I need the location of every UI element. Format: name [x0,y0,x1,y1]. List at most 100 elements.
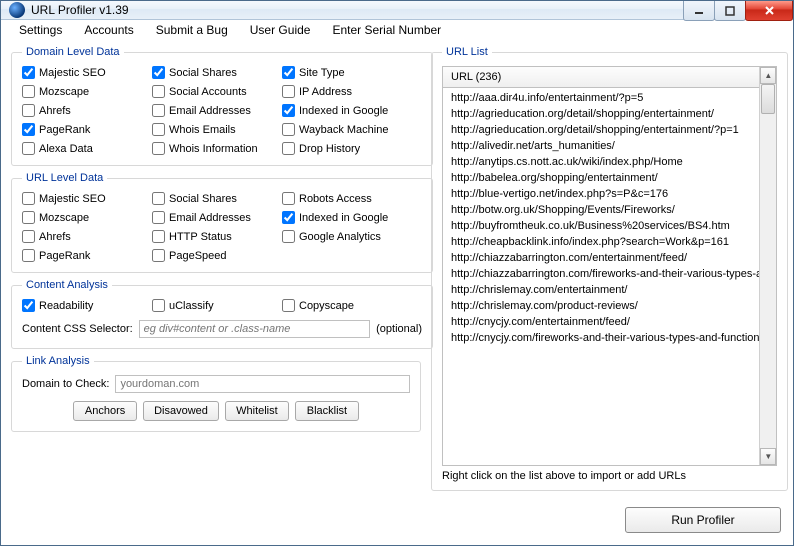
url-list-item[interactable]: http://cnycjy.com/entertainment/feed/ [443,314,776,330]
close-button[interactable] [745,1,793,21]
menu-settings[interactable]: Settings [9,20,72,40]
scroll-up-button[interactable]: ▲ [760,67,776,84]
domain-alexa-data[interactable]: Alexa Data [22,142,152,155]
domain-whois-information[interactable]: Whois Information [152,142,282,155]
content-uclassify[interactable]: uClassify [152,299,282,312]
url-list-item[interactable]: http://aaa.dir4u.info/entertainment/?p=5 [443,90,776,106]
domain-email-addresses-checkbox[interactable] [152,104,165,117]
url-social-shares-checkbox[interactable] [152,192,165,205]
url-pagerank-checkbox[interactable] [22,249,35,262]
content-copyscape[interactable]: Copyscape [282,299,422,312]
domain-check-input[interactable] [115,375,410,393]
content-readability-checkbox[interactable] [22,299,35,312]
url-list-item[interactable]: http://blue-vertigo.net/index.php?s=P&c=… [443,186,776,202]
url-list-item[interactable]: http://botw.org.uk/Shopping/Events/Firew… [443,202,776,218]
domain-social-shares-checkbox[interactable] [152,66,165,79]
run-profiler-button[interactable]: Run Profiler [625,507,781,533]
domain-whois-emails-label: Whois Emails [169,124,236,136]
whitelist-button[interactable]: Whitelist [225,401,289,421]
content-copyscape-checkbox[interactable] [282,299,295,312]
scroll-thumb[interactable] [761,84,775,114]
domain-site-type-checkbox[interactable] [282,66,295,79]
domain-majestic-seo[interactable]: Majestic SEO [22,66,152,79]
domain-ahrefs-checkbox[interactable] [22,104,35,117]
url-robots-access[interactable]: Robots Access [282,192,422,205]
domain-whois-emails-checkbox[interactable] [152,123,165,136]
url-list-item[interactable]: http://anytips.cs.nott.ac.uk/wiki/index.… [443,154,776,170]
url-list-item[interactable]: http://agrieducation.org/detail/shopping… [443,106,776,122]
content-uclassify-checkbox[interactable] [152,299,165,312]
scroll-down-button[interactable]: ▼ [760,448,776,465]
url-google-analytics-checkbox[interactable] [282,230,295,243]
css-selector-input[interactable] [139,320,370,338]
minimize-button[interactable] [683,1,715,21]
domain-whois-emails[interactable]: Whois Emails [152,123,282,136]
domain-drop-history-checkbox[interactable] [282,142,295,155]
url-list-item[interactable]: http://agrieducation.org/detail/shopping… [443,122,776,138]
domain-wayback-machine-checkbox[interactable] [282,123,295,136]
domain-whois-information-checkbox[interactable] [152,142,165,155]
domain-majestic-seo-checkbox[interactable] [22,66,35,79]
domain-alexa-data-checkbox[interactable] [22,142,35,155]
domain-social-shares[interactable]: Social Shares [152,66,282,79]
domain-drop-history[interactable]: Drop History [282,142,422,155]
domain-social-accounts[interactable]: Social Accounts [152,85,282,98]
disavowed-button[interactable]: Disavowed [143,401,219,421]
url-list-box[interactable]: URL (236) http://aaa.dir4u.info/entertai… [442,66,777,466]
url-list-item[interactable]: http://chiazzabarrington.com/fireworks-a… [443,266,776,282]
url-majestic-seo-checkbox[interactable] [22,192,35,205]
url-mozscape-checkbox[interactable] [22,211,35,224]
url-list-item[interactable]: http://cheapbacklink.info/index.php?sear… [443,234,776,250]
url-mozscape[interactable]: Mozscape [22,211,152,224]
url-pagerank[interactable]: PageRank [22,249,152,262]
blacklist-button[interactable]: Blacklist [295,401,359,421]
vertical-scrollbar[interactable]: ▲ ▼ [759,67,776,465]
url-list-hint: Right click on the list above to import … [442,470,777,482]
domain-mozscape-checkbox[interactable] [22,85,35,98]
url-list-item[interactable]: http://cnycjy.com/fireworks-and-their-va… [443,330,776,346]
url-pagespeed-checkbox[interactable] [152,249,165,262]
scroll-track[interactable] [760,84,776,448]
domain-mozscape[interactable]: Mozscape [22,85,152,98]
url-robots-access-checkbox[interactable] [282,192,295,205]
url-ahrefs[interactable]: Ahrefs [22,230,152,243]
domain-indexed-in-google-checkbox[interactable] [282,104,295,117]
url-list-item[interactable]: http://chrislemay.com/product-reviews/ [443,298,776,314]
url-email-addresses[interactable]: Email Addresses [152,211,282,224]
menu-submit-bug[interactable]: Submit a Bug [146,20,238,40]
domain-site-type[interactable]: Site Type [282,66,422,79]
url-list-item[interactable]: http://chiazzabarrington.com/entertainme… [443,250,776,266]
url-ahrefs-checkbox[interactable] [22,230,35,243]
url-social-shares[interactable]: Social Shares [152,192,282,205]
url-http-status-checkbox[interactable] [152,230,165,243]
url-majestic-seo[interactable]: Majestic SEO [22,192,152,205]
menu-enter-serial[interactable]: Enter Serial Number [322,20,451,40]
url-list-item[interactable]: http://chrislemay.com/entertainment/ [443,282,776,298]
url-email-addresses-checkbox[interactable] [152,211,165,224]
url-indexed-in-google[interactable]: Indexed in Google [282,211,422,224]
domain-pagerank-checkbox[interactable] [22,123,35,136]
url-list-item[interactable]: http://alivedir.net/arts_humanities/ [443,138,776,154]
url-pagespeed[interactable]: PageSpeed [152,249,282,262]
maximize-button[interactable] [714,1,746,21]
domain-ahrefs-label: Ahrefs [39,105,71,117]
domain-indexed-in-google[interactable]: Indexed in Google [282,104,422,117]
url-google-analytics[interactable]: Google Analytics [282,230,422,243]
domain-email-addresses[interactable]: Email Addresses [152,104,282,117]
domain-pagerank[interactable]: PageRank [22,123,152,136]
domain-social-accounts-checkbox[interactable] [152,85,165,98]
menu-user-guide[interactable]: User Guide [240,20,321,40]
url-http-status[interactable]: HTTP Status [152,230,282,243]
anchors-button[interactable]: Anchors [73,401,137,421]
menu-accounts[interactable]: Accounts [74,20,143,40]
url-list-body[interactable]: http://aaa.dir4u.info/entertainment/?p=5… [443,88,776,465]
url-list-item[interactable]: http://babelea.org/shopping/entertainmen… [443,170,776,186]
domain-ahrefs[interactable]: Ahrefs [22,104,152,117]
domain-ip-address[interactable]: IP Address [282,85,422,98]
url-list-header[interactable]: URL (236) [443,67,776,88]
domain-ip-address-checkbox[interactable] [282,85,295,98]
domain-wayback-machine[interactable]: Wayback Machine [282,123,422,136]
url-list-item[interactable]: http://buyfromtheuk.co.uk/Business%20ser… [443,218,776,234]
content-readability[interactable]: Readability [22,299,152,312]
url-indexed-in-google-checkbox[interactable] [282,211,295,224]
